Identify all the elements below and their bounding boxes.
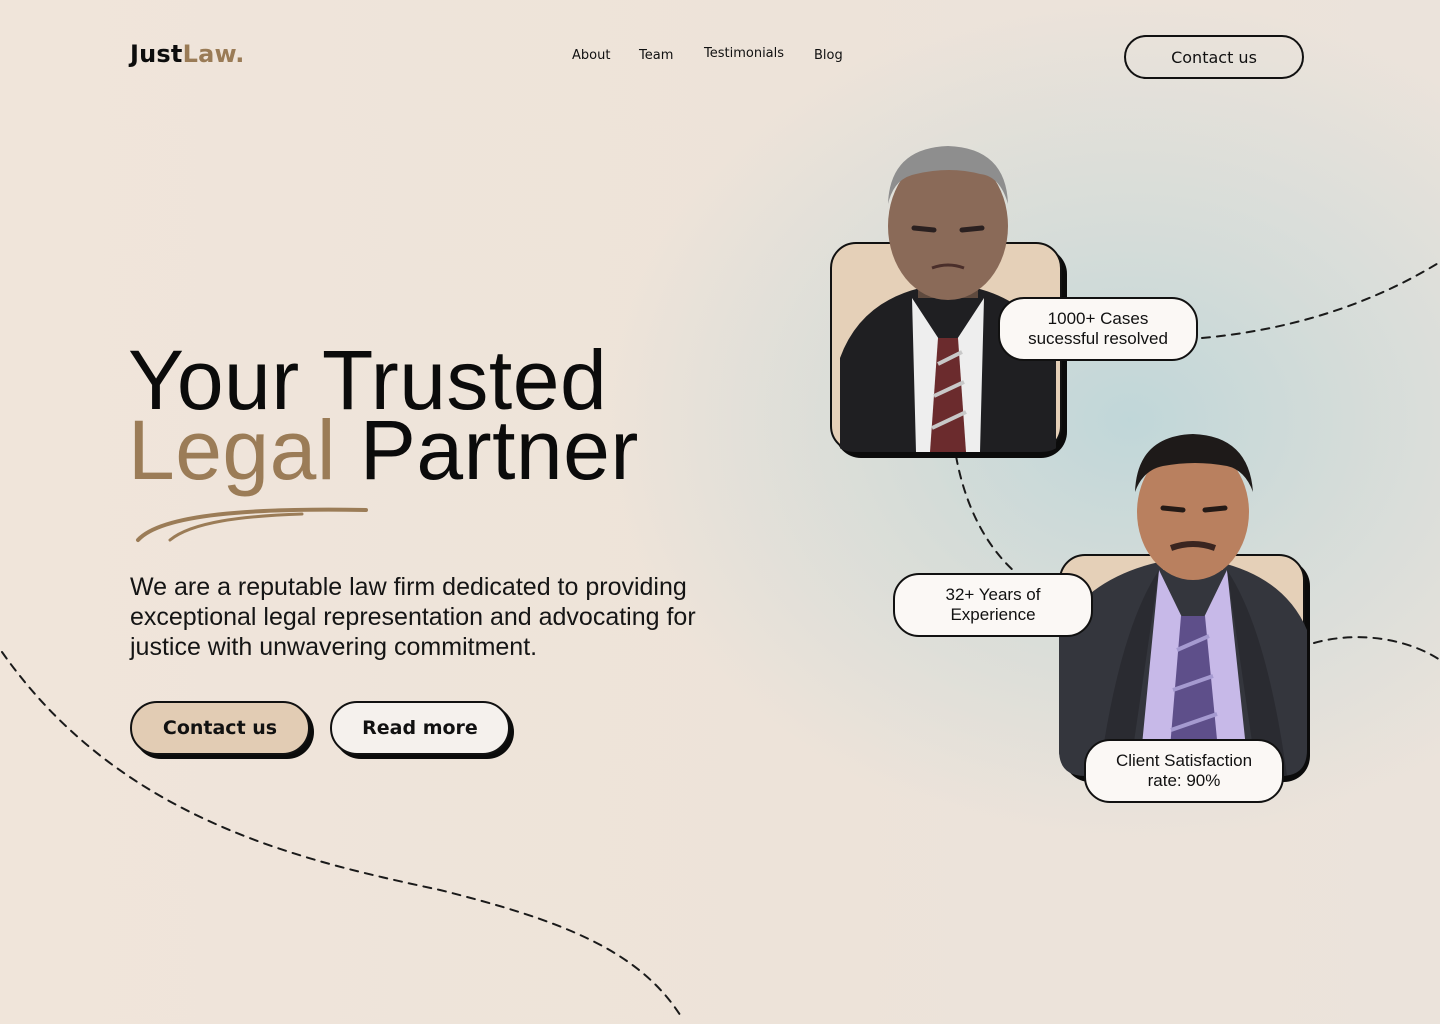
nav-team[interactable]: Team [639,48,673,63]
lawyer-portrait-1 [840,146,1056,452]
stat-cases-line2: sucessful resolved [1028,329,1168,348]
stat-experience-line1: 32+ Years of [945,585,1041,604]
hero-contact-button[interactable]: Contact us [130,701,310,755]
hero-description: We are a reputable law firm dedicated to… [130,573,696,661]
read-more-button[interactable]: Read more [330,701,510,755]
hero-title: Your Trusted Legal Partner [128,338,639,492]
lawyer-portrait-2 [1059,434,1307,776]
header-contact-button[interactable]: Contact us [1124,35,1304,79]
stat-satisfaction-badge: Client Satisfaction rate: 90% [1084,739,1284,803]
hero-title-rest: Partner [336,403,639,497]
nav-testimonials[interactable]: Testimonials [704,46,784,61]
nav-about[interactable]: About [572,48,610,63]
stat-satisfaction-line2: rate: 90% [1147,771,1221,790]
stat-cases-badge: 1000+ Cases sucessful resolved [998,297,1198,361]
stat-experience-line2: Experience [950,605,1036,624]
stat-cases-line1: 1000+ Cases [1047,309,1149,328]
underline-swoosh [136,507,368,542]
stat-satisfaction-line1: Client Satisfaction [1115,751,1253,770]
nav-blog[interactable]: Blog [814,48,843,63]
stat-experience-badge: 32+ Years of Experience [893,573,1093,637]
hero-title-accent: Legal [128,403,337,497]
